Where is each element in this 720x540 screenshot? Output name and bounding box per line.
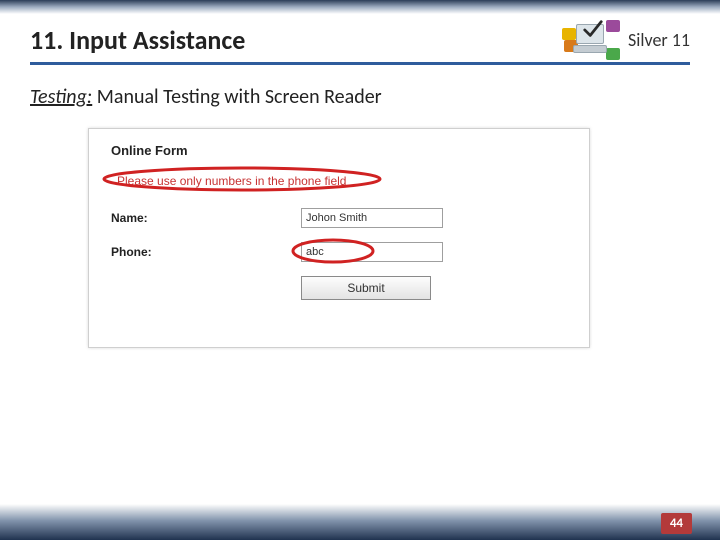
page-number: 44 (661, 513, 692, 534)
form-row-name: Name: (111, 208, 567, 228)
tile-icon (562, 28, 576, 40)
phone-label: Phone: (111, 245, 301, 259)
form-row-phone: Phone: (111, 242, 567, 262)
form-title: Online Form (111, 143, 567, 158)
slide-header: 11. Input Assistance Silver 11 (30, 18, 690, 62)
level-label: Silver 11 (628, 29, 690, 51)
checkmark-icon (582, 18, 604, 40)
submit-button[interactable]: Submit (301, 276, 431, 300)
slide-title: 11. Input Assistance (30, 24, 245, 56)
level-badge: Silver 11 (562, 18, 690, 62)
example-form: Online Form Please use only numbers in t… (88, 128, 590, 348)
tile-icon (606, 48, 620, 60)
name-input[interactable] (301, 208, 443, 228)
form-error-message: Please use only numbers in the phone fie… (111, 172, 352, 190)
tile-icon (606, 20, 620, 32)
accessibility-icon-cluster (562, 18, 620, 62)
subheading-text: Manual Testing with Screen Reader (97, 85, 382, 109)
slide-top-gradient (0, 0, 720, 14)
laptop-icon (576, 24, 604, 54)
name-label: Name: (111, 211, 301, 225)
slide-footer-gradient (0, 504, 720, 540)
subheading: Testing: Manual Testing with Screen Read… (30, 85, 382, 109)
header-divider (30, 62, 690, 65)
subheading-label: Testing: (30, 85, 92, 109)
phone-input[interactable] (301, 242, 443, 262)
